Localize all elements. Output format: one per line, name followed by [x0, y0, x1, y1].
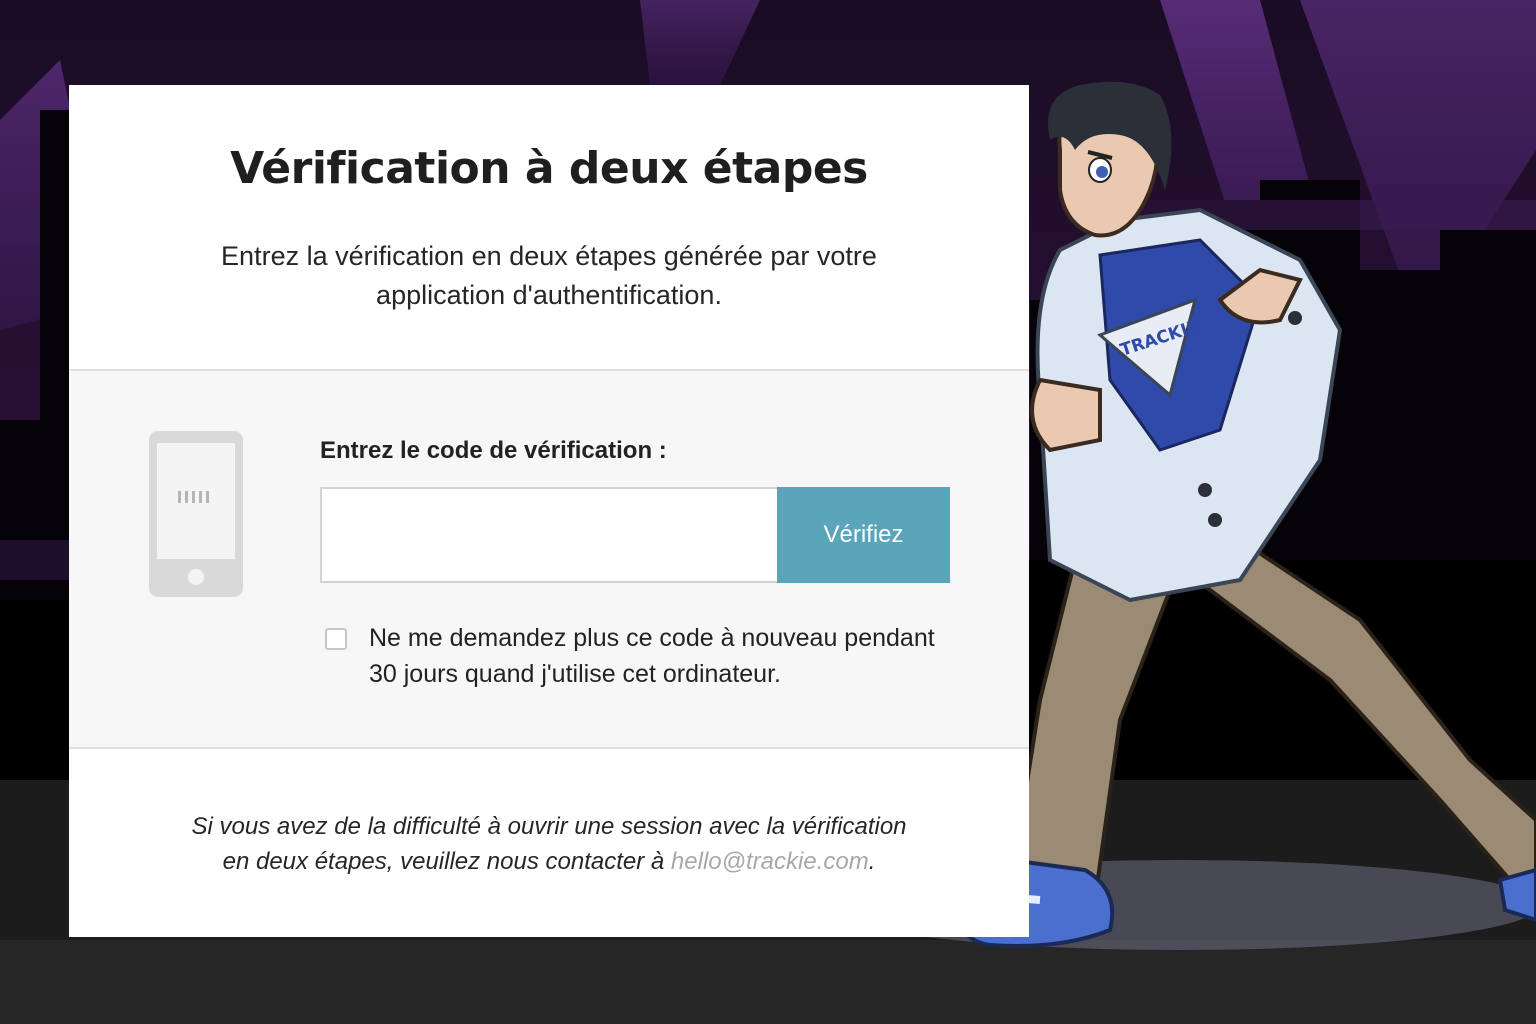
remember-device-label[interactable]: Ne me demandez plus ce code à nouveau pe…	[369, 620, 969, 692]
remember-label-line2: 30 jours quand j'utilise cet ordinateur.	[369, 660, 781, 688]
help-text-suffix: .	[868, 848, 876, 875]
card-footer: Si vous avez de la difficulté à ouvrir u…	[69, 749, 1029, 937]
smartphone-icon	[149, 431, 243, 597]
remember-label-line1: Ne me demandez plus ce code à nouveau pe…	[369, 624, 935, 652]
verification-form: Entrez le code de vérification : Vérifie…	[69, 371, 1029, 749]
verify-button[interactable]: Vérifiez	[777, 487, 950, 583]
card-header: Vérification à deux étapes Entrez la vér…	[69, 85, 1029, 371]
page-subtitle: Entrez la vérification en deux étapes gé…	[221, 241, 877, 310]
help-text-line2: en deux étapes, veuillez nous contacter …	[222, 848, 665, 875]
two-step-verification-card: Vérification à deux étapes Entrez la vér…	[69, 85, 1029, 937]
support-email-link[interactable]: hello@trackie.com	[671, 848, 869, 875]
page-title: Vérification à deux étapes	[230, 143, 868, 194]
verification-code-input[interactable]	[320, 487, 778, 583]
help-text: Si vous avez de la difficulté à ouvrir u…	[129, 809, 969, 879]
remember-device-checkbox[interactable]	[325, 628, 347, 650]
help-text-line1: Si vous avez de la difficulté à ouvrir u…	[191, 813, 907, 840]
code-field-label: Entrez le code de vérification :	[320, 437, 667, 464]
